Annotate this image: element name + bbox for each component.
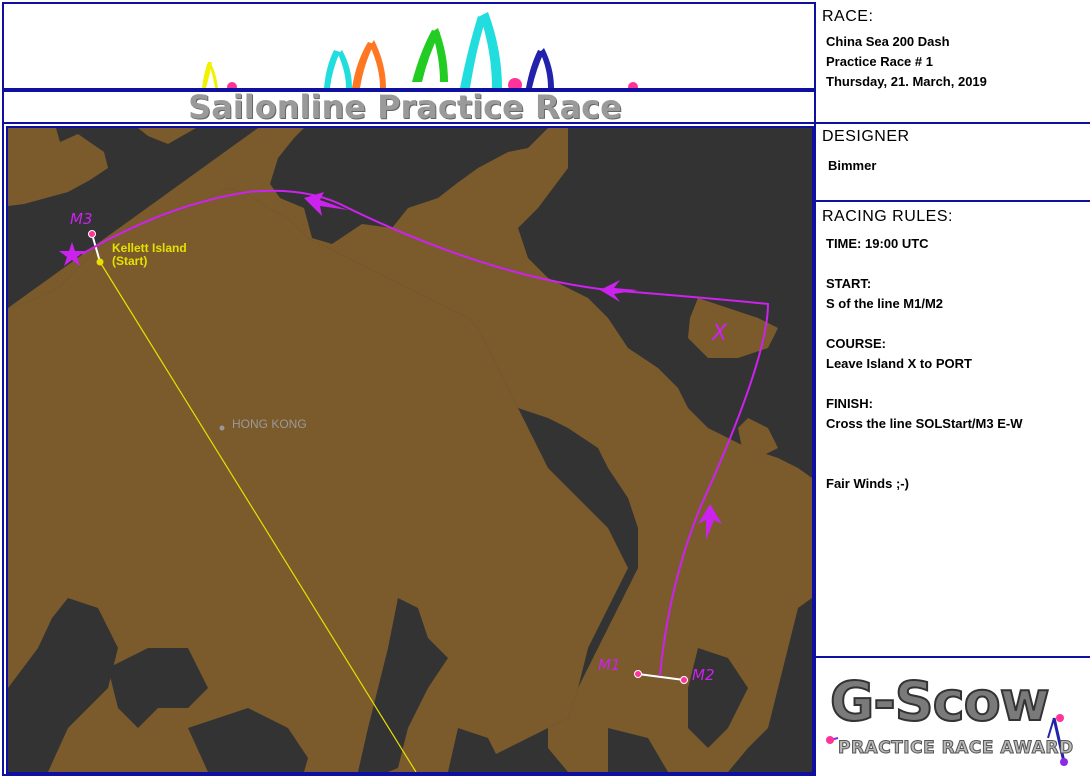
sails-logo [202,12,638,90]
designer-name: Bimmer [828,158,877,173]
award-subtitle: PRACTICE RACE AWARD [838,738,1074,759]
rules-course-text: Leave Island X to PORT [826,356,972,371]
mark-m3-label: M3 [70,210,93,228]
rules-time: TIME: 19:00 UTC [826,236,929,251]
rules-closing: Fair Winds ;-) [826,476,909,491]
rules-heading: RACING RULES: [822,208,953,225]
city-label: HONG KONG [232,417,307,431]
rules-start-text: S of the line M1/M2 [826,296,944,311]
award-panel: G-Scow PRACTICE RACE AWARD [814,656,1090,776]
race-panel: RACE: China Sea 200 Dash Practice Race #… [814,2,1090,124]
start-label-line1: Kellett Island [112,241,187,255]
page-title: Sailonline Practice Race [188,88,622,126]
race-name: China Sea 200 Dash [826,34,950,49]
mark-m1-label: M1 [598,656,621,674]
designer-heading: DESIGNER [822,128,910,145]
race-date: Thursday, 21. March, 2019 [826,74,987,89]
city-dot [219,425,225,431]
mark-m2-dot[interactable] [680,676,688,684]
mark-m2-label: M2 [692,666,715,684]
map-canvas[interactable]: M3 Kellett Island (Start) HONG KONG X M1… [8,128,812,772]
course-map[interactable]: M3 Kellett Island (Start) HONG KONG X M1… [6,126,814,774]
start-label-line2: (Start) [112,254,147,268]
race-heading: RACE: [822,8,874,25]
mark-m1-dot[interactable] [634,670,642,678]
header-logo-area [2,2,816,92]
island-x-label: X [711,321,728,346]
designer-panel: DESIGNER Bimmer [814,122,1090,202]
rules-finish-label: FINISH: [826,396,873,411]
header-title-bar: Sailonline Practice Race [2,88,816,124]
rules-finish-text: Cross the line SOLStart/M3 E-W [826,416,1023,431]
mark-m3-dot[interactable] [88,230,96,238]
rules-panel: RACING RULES: TIME: 19:00 UTC START: S o… [814,200,1090,658]
start-dot[interactable] [96,258,104,266]
award-decoration [826,714,1068,766]
rules-start-label: START: [826,276,872,291]
race-subtitle: Practice Race # 1 [826,54,933,69]
rules-course-label: COURSE: [826,336,886,351]
